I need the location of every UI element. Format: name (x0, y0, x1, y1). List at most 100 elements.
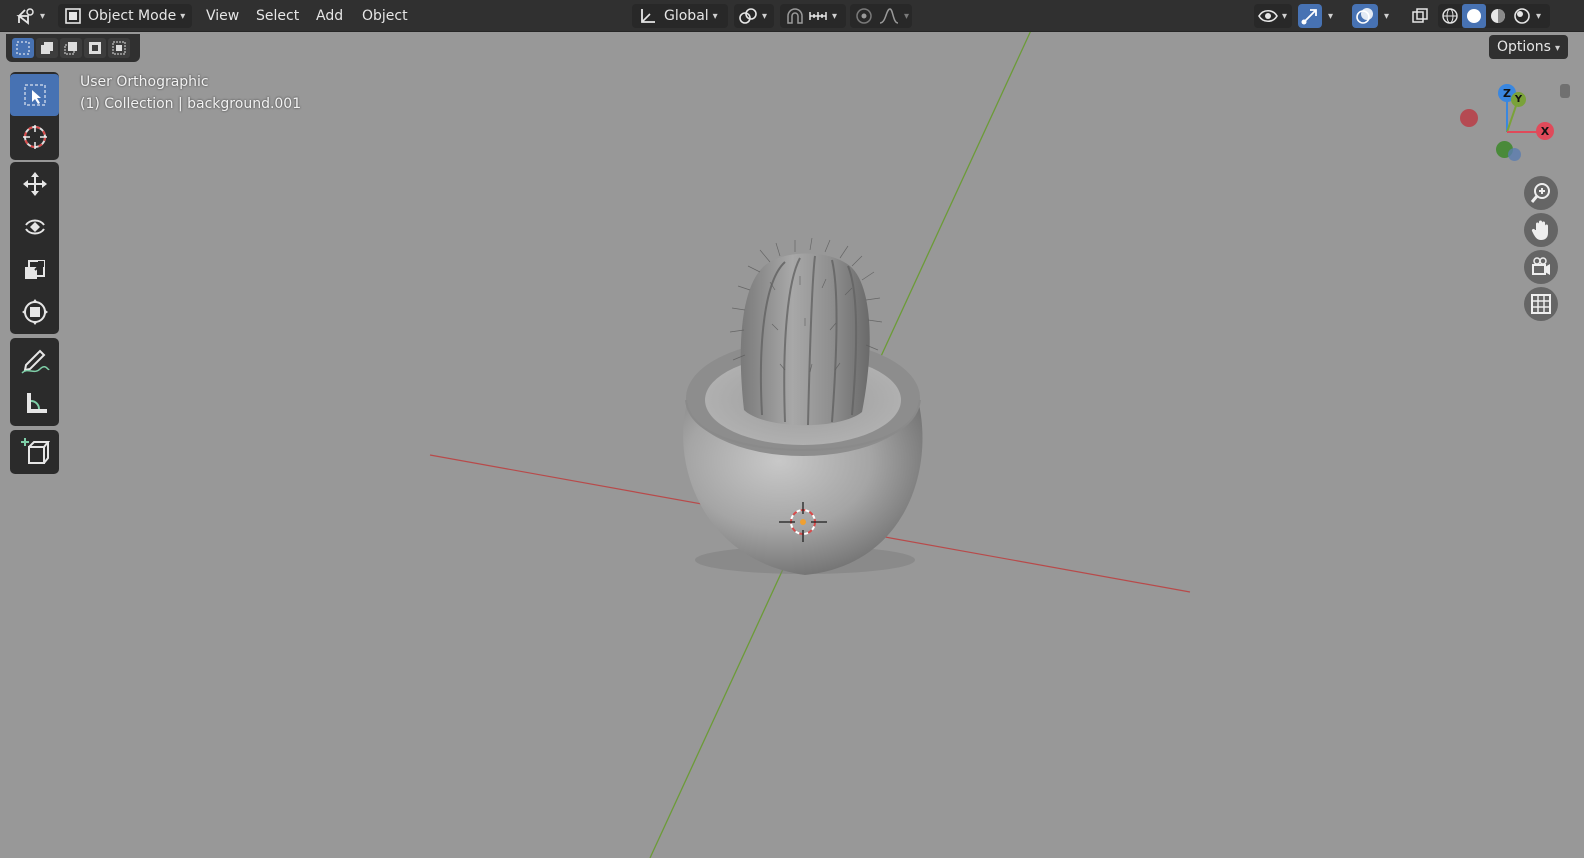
toolbar-group-annotate (10, 338, 59, 426)
chevron-down-icon: ▾ (832, 10, 838, 22)
viewport-header: ▾ Object Mode ▾ View Select Add Object G… (0, 0, 1584, 32)
visibility-selector[interactable]: ▾ (1254, 4, 1292, 28)
view-name: User Orthographic (80, 74, 209, 90)
magnet-icon (787, 8, 803, 24)
select-box-icon (24, 84, 45, 106)
pivot-point-icon (739, 8, 757, 24)
pan-button[interactable] (1524, 213, 1558, 247)
material-icon (1491, 9, 1505, 23)
tool-annotate[interactable] (10, 340, 59, 382)
add-cube-icon (20, 438, 50, 464)
toolbar-group-select (10, 72, 59, 160)
xray-icon (1412, 8, 1428, 23)
solid-icon (1467, 9, 1481, 23)
select-extend-icon (41, 42, 53, 54)
gizmo-toggle[interactable] (1298, 4, 1322, 28)
transform-icon (21, 299, 48, 325)
zoom-button[interactable] (1524, 176, 1558, 210)
chevron-down-icon: ▾ (180, 10, 186, 22)
tool-transform[interactable] (10, 291, 59, 333)
select-invert-icon (89, 42, 101, 54)
toolbar-group-transform (10, 162, 59, 334)
3d-viewport[interactable]: User Orthographic (1) Collection | backg… (0, 0, 1584, 858)
menu-object[interactable]: Object (356, 4, 414, 28)
select-intersect-button[interactable] (108, 38, 130, 58)
neg-x-ball[interactable] (1460, 109, 1478, 127)
snap-increment-icon (809, 12, 827, 20)
tool-measure[interactable] (10, 383, 59, 425)
select-subtract-button[interactable] (60, 38, 82, 58)
toolbar-group-add (10, 430, 59, 474)
wireframe-shading-button[interactable] (1438, 4, 1462, 28)
xray-toggle[interactable] (1408, 4, 1432, 28)
orientation-label: Global (664, 8, 709, 24)
proportional-editing-group[interactable]: ▾ (850, 4, 912, 28)
overlay-dropdown[interactable]: ▾ (1380, 4, 1398, 28)
mode-selector[interactable]: Object Mode ▾ (58, 4, 192, 28)
sidebar-toggle-icon[interactable] (1560, 84, 1570, 98)
scale-icon (24, 260, 45, 279)
material-shading-button[interactable] (1486, 4, 1510, 28)
select-new-button[interactable] (12, 38, 34, 58)
neg-z-ball[interactable] (1508, 148, 1521, 161)
tool-select-box[interactable] (10, 74, 59, 116)
cactus-object (729, 237, 883, 426)
transform-orientation-selector[interactable]: Global ▾ (632, 4, 728, 28)
perspective-toggle-button[interactable] (1524, 287, 1558, 321)
object-mode-icon (65, 8, 81, 24)
editor-type-button[interactable]: ▾ (10, 4, 50, 28)
3d-viewport-icon (16, 8, 34, 25)
rendered-shading-button[interactable] (1510, 4, 1534, 28)
chevron-down-icon: ▾ (1282, 10, 1288, 22)
snapping-group[interactable]: ▾ (780, 4, 846, 28)
chevron-down-icon: ▾ (712, 10, 718, 22)
cursor-icon (22, 125, 47, 149)
annotate-icon (20, 349, 50, 374)
wireframe-icon (1442, 8, 1458, 24)
eye-icon (1258, 9, 1278, 23)
grid-icon (1531, 294, 1551, 314)
overlay-icon (1356, 8, 1373, 24)
overlay-toggle[interactable] (1352, 4, 1378, 28)
falloff-curve-icon (879, 8, 899, 24)
navigation-gizmo[interactable]: Z Y X (1450, 78, 1560, 168)
menu-view[interactable]: View (200, 4, 245, 28)
measure-icon (26, 393, 47, 413)
y-axis-ball[interactable]: Y (1511, 92, 1526, 107)
options-label: Options (1496, 39, 1551, 55)
tool-add-cube[interactable] (10, 431, 59, 473)
gizmo-dropdown[interactable]: ▾ (1324, 4, 1342, 28)
rotate-icon (24, 219, 45, 235)
hand-icon (1531, 220, 1548, 240)
tool-rotate[interactable] (10, 206, 59, 248)
tool-cursor[interactable] (10, 116, 59, 158)
move-icon (22, 172, 47, 196)
select-extend-button[interactable] (36, 38, 58, 58)
menu-add[interactable]: Add (310, 4, 349, 28)
select-invert-button[interactable] (84, 38, 106, 58)
chevron-down-icon: ▾ (1554, 43, 1560, 54)
x-axis-ball[interactable]: X (1536, 122, 1554, 140)
select-intersect-icon (112, 41, 126, 55)
select-subtract-icon (64, 42, 77, 55)
rendered-icon (1514, 8, 1530, 24)
scene (429, 0, 1191, 858)
camera-icon (1532, 257, 1550, 275)
solid-shading-button[interactable] (1462, 4, 1486, 28)
camera-view-button[interactable] (1524, 250, 1558, 284)
tool-move[interactable] (10, 163, 59, 205)
tool-scale[interactable] (10, 249, 59, 291)
shading-group: ▾ (1438, 4, 1550, 28)
transform-orientation-icon (641, 9, 655, 23)
chevron-down-icon: ▾ (1384, 10, 1390, 22)
collection-info: (1) Collection | background.001 (80, 96, 302, 112)
zoom-icon (1530, 183, 1550, 203)
gizmo-icon (1301, 9, 1317, 25)
chevron-down-icon[interactable]: ▾ (1536, 11, 1541, 22)
pivot-point-selector[interactable]: ▾ (734, 4, 774, 28)
chevron-down-icon: ▾ (40, 10, 46, 22)
z-axis-label: Z (1503, 86, 1511, 100)
chevron-down-icon: ▾ (904, 10, 910, 22)
options-button[interactable]: Options ▾ (1488, 35, 1568, 59)
menu-select[interactable]: Select (250, 4, 305, 28)
